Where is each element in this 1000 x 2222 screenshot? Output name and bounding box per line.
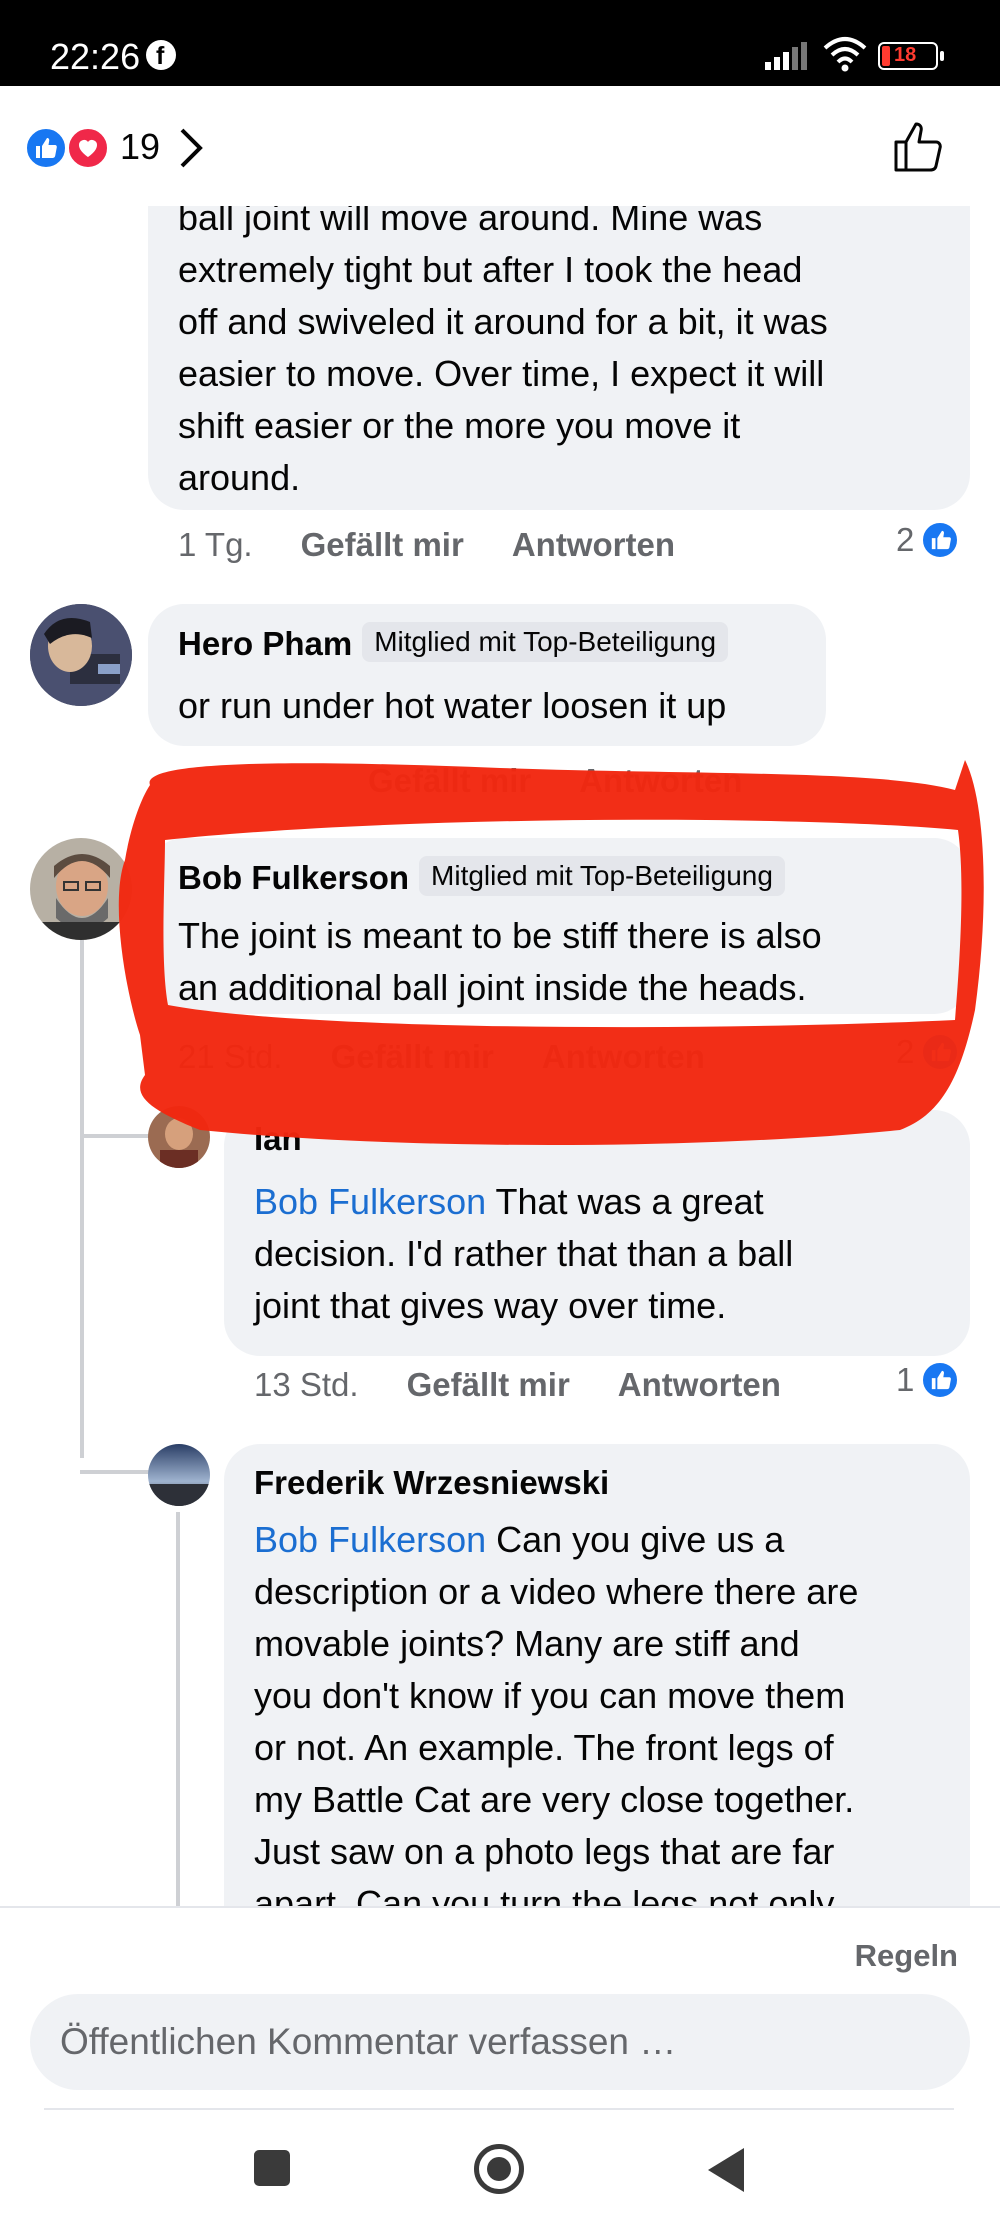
comment-input[interactable]	[30, 1994, 970, 2090]
like-reaction-icon	[920, 1032, 961, 1072]
thread-line	[176, 1512, 180, 1906]
comment-text: joint that gives way over time.	[254, 1285, 727, 1326]
reply-button[interactable]: Antworten	[618, 1366, 781, 1404]
comment-actions: Gefällt mir Antworten	[368, 762, 742, 800]
comment-text: Just saw on a photo legs that are far	[254, 1831, 835, 1872]
recent-apps-button[interactable]	[254, 2150, 290, 2186]
mention-link[interactable]: Bob Fulkerson	[254, 1519, 486, 1560]
like-comment-button[interactable]: Gefällt mir	[331, 1038, 494, 1076]
comment-text: That was a great	[486, 1181, 764, 1222]
chevron-right-icon[interactable]	[176, 124, 206, 172]
comment-like-count[interactable]: 2	[896, 1032, 961, 1072]
comment-text: or not. An example. The front legs of	[254, 1727, 834, 1768]
thread-line	[80, 1470, 150, 1474]
like-reaction-icon[interactable]	[24, 126, 68, 170]
comment-bubble: Ian Bob Fulkerson That was a great decis…	[224, 1110, 970, 1356]
comment-text: shift easier or the more you move it	[178, 405, 741, 446]
back-button[interactable]	[704, 2146, 748, 2194]
like-reaction-icon	[920, 1360, 961, 1400]
comment-author[interactable]: Hero Pham	[178, 625, 352, 662]
like-reaction-icon	[920, 520, 961, 560]
signal-icon	[765, 42, 807, 70]
comment-actions: 1 Tg. Gefällt mir Antworten	[178, 526, 675, 564]
top-member-badge: Mitglied mit Top-Beteiligung	[362, 622, 729, 662]
comment-text: The joint is meant to be stiff there is …	[178, 915, 822, 956]
reply-button[interactable]: Antworten	[542, 1038, 705, 1076]
reactions-bar: 19	[0, 86, 1000, 206]
comment-actions: 21 Std. Gefällt mir Antworten	[178, 1038, 705, 1076]
home-button[interactable]	[474, 2144, 524, 2194]
comment-bubble: ball joint will move around. Mine was ex…	[148, 206, 970, 510]
reply-button[interactable]: Antworten	[579, 762, 742, 800]
like-button-icon[interactable]	[892, 118, 948, 174]
comment-author[interactable]: Bob Fulkerson	[178, 859, 409, 896]
thread-line	[80, 938, 84, 1458]
comment-text: description or a video where there are	[254, 1571, 859, 1612]
clock: 22:26	[50, 36, 141, 77]
avatar[interactable]	[148, 1444, 210, 1506]
comment-text: you don't know if you can move them	[254, 1675, 846, 1716]
facebook-notification-icon: f	[146, 40, 176, 70]
comment-composer-area: Regeln	[0, 1906, 1000, 2222]
status-bar: 22:26 f 18	[0, 0, 1000, 86]
comment-bubble: Frederik Wrzesniewski Bob Fulkerson Can …	[224, 1444, 970, 1906]
comment-author[interactable]: Ian	[254, 1120, 302, 1158]
battery-icon: 18	[878, 42, 944, 70]
reply-button[interactable]: Antworten	[512, 526, 675, 564]
comment-text: movable joints? Many are stiff and	[254, 1623, 800, 1664]
thread-line	[80, 1134, 150, 1138]
comment-timestamp: 13 Std.	[254, 1366, 359, 1403]
like-comment-button[interactable]: Gefällt mir	[368, 762, 531, 800]
like-comment-button[interactable]: Gefällt mir	[407, 1366, 570, 1404]
comment-text: around.	[178, 457, 301, 498]
top-member-badge: Mitglied mit Top-Beteiligung	[419, 856, 785, 896]
comment-text: decision. I'd rather that than a ball	[254, 1233, 794, 1274]
love-reaction-icon[interactable]	[66, 126, 110, 170]
comment-bubble: Bob Fulkerson Mitglied mit Top-Beteiligun…	[148, 838, 970, 1014]
comment-list: ball joint will move around. Mine was ex…	[0, 206, 1000, 1906]
comment-like-count[interactable]: 1	[896, 1360, 961, 1400]
avatar[interactable]	[30, 604, 132, 706]
avatar[interactable]	[30, 838, 132, 940]
comment-text: an additional ball joint inside the head…	[178, 967, 807, 1008]
comment-text: extremely tight but after I took the hea…	[178, 249, 803, 290]
avatar[interactable]	[148, 1106, 210, 1168]
comment-text: Can you give us a	[486, 1519, 785, 1560]
comment-text: ball joint will move around. Mine was	[178, 206, 763, 238]
wifi-icon	[823, 37, 867, 72]
comment-text: easier to move. Over time, I expect it w…	[178, 353, 825, 394]
comment-timestamp: 1 Tg.	[178, 526, 253, 563]
comment-timestamp: 21 Std.	[178, 1038, 283, 1075]
comment-text: or run under hot water loosen it up	[178, 685, 727, 726]
like-comment-button[interactable]: Gefällt mir	[301, 526, 464, 564]
comment-author[interactable]: Frederik Wrzesniewski	[254, 1464, 609, 1502]
mention-link[interactable]: Bob Fulkerson	[254, 1181, 486, 1222]
rules-link[interactable]: Regeln	[855, 1938, 958, 1974]
comment-actions: 13 Std. Gefällt mir Antworten	[254, 1366, 781, 1404]
divider	[44, 2108, 954, 2110]
comment-bubble: Hero Pham Mitglied mit Top-Beteiligung or…	[148, 604, 826, 746]
reaction-count[interactable]: 19	[120, 126, 160, 168]
comment-text: off and swiveled it around for a bit, it…	[178, 301, 828, 342]
comment-like-count[interactable]: 2	[896, 520, 961, 560]
comment-text: my Battle Cat are very close together.	[254, 1779, 855, 1820]
comment-text: apart. Can you turn the legs not only	[254, 1883, 835, 1906]
